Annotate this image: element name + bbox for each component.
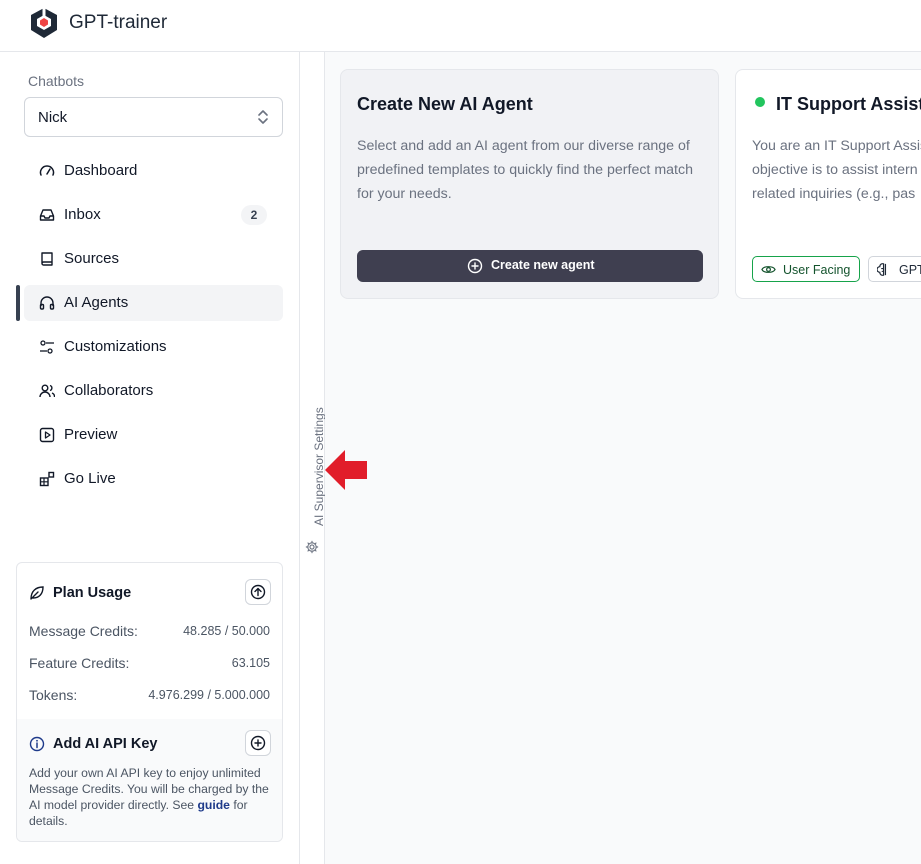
user-facing-tag-label: User Facing	[783, 263, 851, 277]
sidebar: Chatbots Nick Dashboard Inbox 2 Sources	[0, 52, 300, 864]
info-icon	[29, 736, 45, 752]
sidebar-item-collaborators[interactable]: Collaborators	[24, 373, 283, 409]
agent-desc-line: objective is to assist intern	[752, 162, 918, 178]
create-agent-card: Create New AI Agent Select and add an AI…	[340, 69, 719, 299]
sidebar-item-sources[interactable]: Sources	[24, 241, 283, 277]
main-content: Create New AI Agent Select and add an AI…	[325, 52, 921, 864]
chatbot-select[interactable]: Nick	[24, 97, 283, 137]
sidebar-item-go-live[interactable]: Go Live	[24, 461, 283, 497]
create-new-agent-button[interactable]: Create new agent	[357, 250, 703, 282]
user-facing-tag: User Facing	[752, 256, 860, 282]
ai-supervisor-settings-tab[interactable]: AI Supervisor Settings	[300, 52, 326, 864]
chevron-up-down-icon	[258, 110, 268, 124]
add-api-key-description: Add your own AI API key to enjoy unlimit…	[29, 765, 274, 829]
model-tag-label: GPT	[899, 263, 921, 277]
plus-circle-icon	[467, 258, 483, 274]
sidebar-item-inbox[interactable]: Inbox 2	[24, 197, 283, 233]
chatbot-select-value: Nick	[38, 109, 68, 126]
red-arrow-annotation-icon	[325, 450, 367, 490]
sliders-icon	[40, 340, 54, 354]
sidebar-item-customizations[interactable]: Customizations	[24, 329, 283, 365]
tokens-label: Tokens:	[29, 687, 78, 703]
agent-card-it-support[interactable]: IT Support Assista You are an IT Support…	[735, 69, 921, 299]
book-icon	[41, 252, 53, 266]
leaf-icon	[30, 586, 44, 600]
create-agent-title: Create New AI Agent	[357, 94, 533, 114]
feature-credits-label: Feature Credits:	[29, 655, 130, 671]
model-tag: GPT	[868, 256, 921, 282]
sidebar-item-label: Go Live	[64, 470, 116, 487]
sidebar-item-preview[interactable]: Preview	[24, 417, 283, 453]
plan-usage-card: Plan Usage Message Credits: 48.285 / 50.…	[16, 562, 283, 842]
create-new-agent-label: Create new agent	[491, 258, 595, 272]
feature-credits-value: 63.105	[231, 656, 270, 670]
gear-icon	[305, 540, 319, 554]
brain-icon	[877, 263, 887, 276]
sidebar-item-label: AI Agents	[64, 294, 129, 311]
gauge-icon	[39, 165, 55, 176]
eye-icon	[761, 266, 776, 273]
sidebar-item-dashboard[interactable]: Dashboard	[24, 153, 283, 189]
users-icon	[39, 384, 55, 398]
sidebar-item-ai-agents[interactable]: AI Agents	[24, 285, 283, 321]
agent-description: You are an IT Support Assis objective is…	[752, 134, 921, 206]
add-api-key-title: Add AI API Key	[53, 736, 158, 752]
plus-circle-icon	[250, 735, 266, 751]
plan-usage-title: Plan Usage	[53, 585, 132, 601]
play-square-icon	[39, 427, 55, 443]
sidebar-item-label: Sources	[64, 250, 120, 267]
blocks-icon	[39, 471, 55, 487]
top-bar: GPT-trainer	[0, 0, 921, 52]
agent-desc-line: You are an IT Support Assis	[752, 138, 921, 154]
agent-desc-line: related inquiries (e.g., pas	[752, 186, 916, 202]
sidebar-item-label: Dashboard	[64, 162, 138, 179]
sidebar-item-label: Collaborators	[64, 382, 154, 399]
arrow-up-circle-icon	[250, 584, 266, 600]
tokens-value: 4.976.299 / 5.000.000	[148, 688, 270, 702]
add-api-key-button[interactable]	[245, 730, 271, 756]
sidebar-item-label: Customizations	[64, 338, 167, 355]
message-credits-value: 48.285 / 50.000	[183, 624, 270, 638]
create-agent-description: Select and add an AI agent from our dive…	[357, 138, 693, 202]
inbox-icon	[39, 209, 55, 221]
agent-title: IT Support Assista	[776, 94, 921, 114]
sidebar-item-label: Preview	[64, 426, 118, 443]
gpt-trainer-logo-icon[interactable]	[27, 6, 61, 40]
brand-name[interactable]: GPT-trainer	[69, 12, 167, 34]
chatbots-section-label: Chatbots	[28, 73, 85, 89]
inbox-count-badge: 2	[241, 205, 267, 225]
headphones-icon	[39, 296, 55, 310]
active-status-dot	[755, 97, 765, 107]
upgrade-plan-button[interactable]	[245, 579, 271, 605]
add-api-key-section: Add AI API Key Add your own AI API key t…	[17, 719, 282, 841]
sidebar-item-label: Inbox	[64, 206, 101, 223]
active-indicator	[16, 285, 20, 321]
guide-link[interactable]: guide	[197, 798, 230, 812]
message-credits-label: Message Credits:	[29, 623, 138, 639]
